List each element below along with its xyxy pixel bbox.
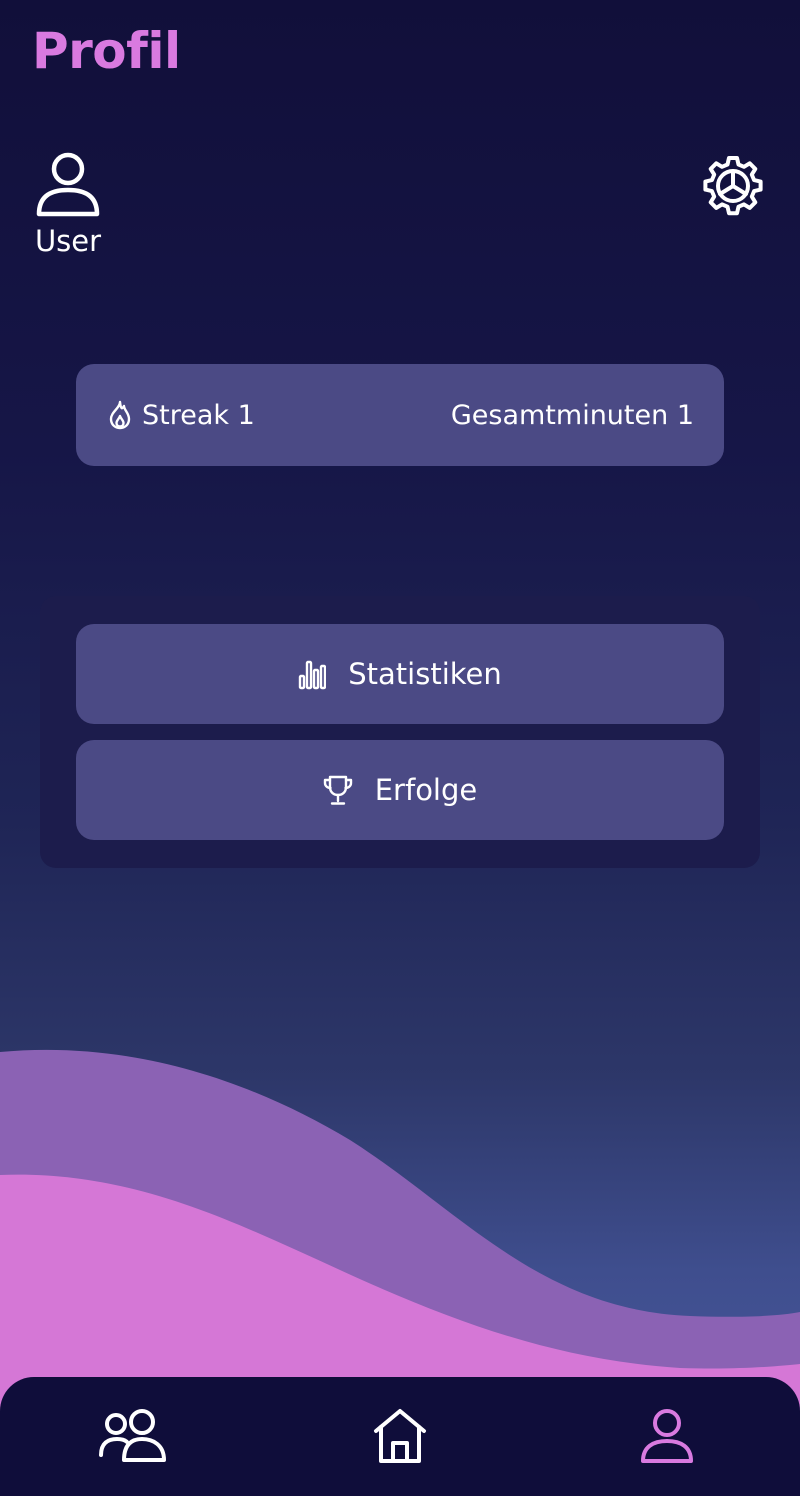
menu-panel: Statistiken Erfolge (40, 596, 760, 868)
stats-card: Streak 1 Gesamtminuten 1 (76, 364, 724, 466)
bar-chart-icon (299, 660, 327, 690)
home-icon (374, 1409, 426, 1463)
nav-friends[interactable] (96, 1405, 172, 1467)
user-icon (36, 152, 100, 217)
flame-icon (109, 400, 131, 430)
page-title: Profil (32, 22, 181, 80)
trophy-icon (323, 775, 352, 805)
nav-profile[interactable] (638, 1405, 696, 1467)
user-profile[interactable]: User (30, 150, 106, 258)
user-name: User (34, 224, 102, 258)
bottom-nav (0, 1377, 800, 1496)
total-minutes-value: Gesamtminuten 1 (450, 399, 694, 431)
statistics-button[interactable]: Statistiken (76, 624, 724, 724)
achievements-label: Erfolge (374, 773, 478, 807)
settings-button[interactable] (700, 153, 766, 219)
achievements-button[interactable]: Erfolge (76, 740, 724, 840)
statistics-label: Statistiken (348, 657, 502, 691)
gear-icon (703, 156, 763, 216)
streak-value: Streak 1 (142, 399, 255, 431)
users-icon (99, 1409, 166, 1462)
user-icon (641, 1409, 693, 1463)
nav-home[interactable] (370, 1405, 430, 1467)
